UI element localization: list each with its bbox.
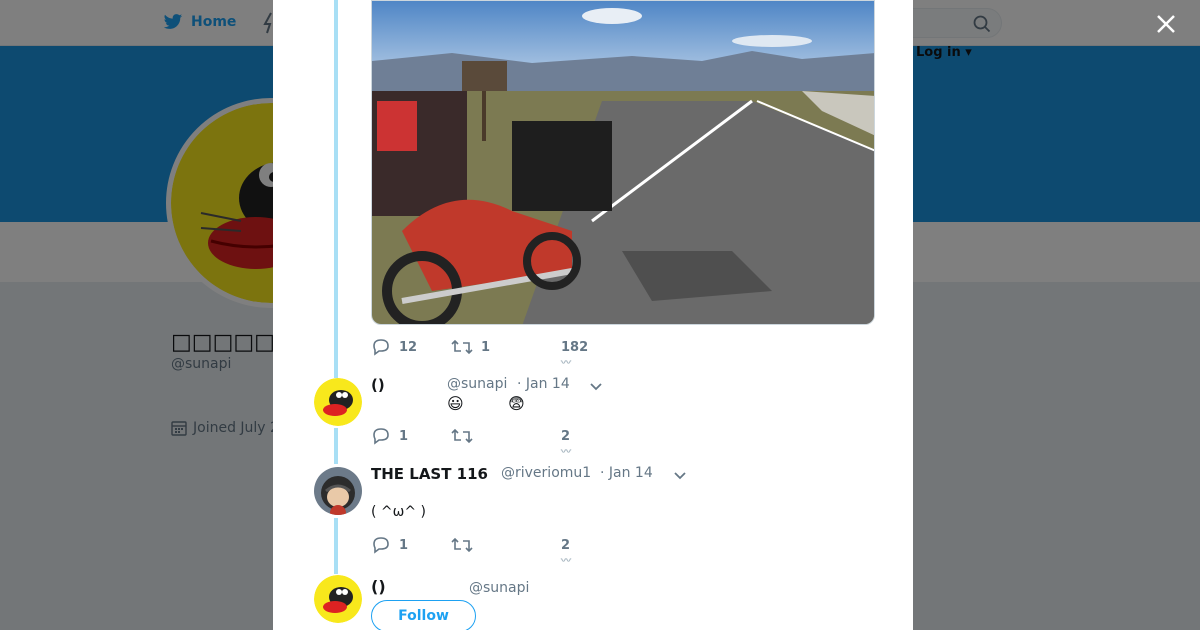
tweet-timestamp[interactable]: · Jan 14 (517, 376, 570, 392)
reply-button[interactable]: 1 (371, 427, 451, 445)
tweet-modal: 12 1 182 〰 () @sunapi · Jan 14 😃 😨 1 2 〰… (273, 0, 913, 630)
like-button[interactable]: 182 〰 (561, 339, 589, 369)
retweet-icon (451, 537, 473, 553)
tweet-author-handle[interactable]: @riveriomu1 (501, 465, 591, 481)
retweet-icon (451, 339, 473, 355)
like-marks: 〰 (561, 357, 571, 369)
retweet-button[interactable] (451, 537, 561, 553)
tweet-actions: 1 2 〰 (371, 533, 571, 567)
avatar[interactable] (314, 467, 362, 515)
retweet-count: 1 (481, 339, 491, 355)
avatar-helmet-photo (314, 467, 362, 515)
retweet-icon (451, 428, 473, 444)
retweet-button[interactable] (451, 428, 561, 444)
tweet-actions: 1 2 〰 (371, 424, 571, 458)
reply-button[interactable]: 1 (371, 536, 451, 554)
reply-icon (373, 339, 389, 356)
like-marks: 〰 (561, 446, 571, 458)
reply-count: 1 (399, 537, 409, 553)
reply-count: 12 (399, 339, 418, 355)
thread-line (334, 0, 338, 378)
like-count: 2 (561, 428, 571, 444)
thread-line (334, 518, 338, 574)
like-count: 2 (561, 537, 571, 553)
like-marks: 〰 (561, 555, 571, 567)
author-handle[interactable]: @sunapi (469, 580, 529, 596)
follow-button[interactable]: Follow (371, 600, 476, 630)
chevron-down-icon[interactable] (589, 380, 603, 394)
reply-icon (373, 537, 389, 554)
reply-icon (373, 428, 389, 445)
avatar-character (314, 575, 362, 623)
avatar[interactable] (314, 378, 362, 426)
emoji: 😨 (508, 394, 525, 413)
author-name[interactable]: () (371, 577, 386, 596)
close-icon[interactable] (1152, 10, 1180, 38)
thread-line (334, 428, 338, 464)
like-count: 182 (561, 339, 589, 355)
reply-count: 1 (399, 428, 409, 444)
motorcycle-landscape-image (372, 1, 874, 324)
like-button[interactable]: 2 〰 (561, 537, 571, 567)
tweet-photo[interactable] (371, 0, 875, 325)
tweet-timestamp[interactable]: · Jan 14 (600, 465, 653, 481)
tweet-author-handle[interactable]: @sunapi (447, 376, 507, 392)
chevron-down-icon[interactable] (673, 469, 687, 483)
retweet-button[interactable]: 1 (451, 339, 561, 355)
tweet-actions: 12 1 182 〰 (371, 335, 589, 369)
reply-button[interactable]: 12 (371, 338, 451, 356)
avatar-character (314, 378, 362, 426)
emoji: 😃 (447, 394, 464, 413)
tweet-author-name[interactable]: () (371, 376, 385, 394)
avatar[interactable] (314, 575, 362, 623)
tweet-author-name[interactable]: THE LAST 116 (371, 465, 488, 483)
like-button[interactable]: 2 〰 (561, 428, 571, 458)
tweet-text: ( ^ω^ ) (371, 504, 427, 520)
